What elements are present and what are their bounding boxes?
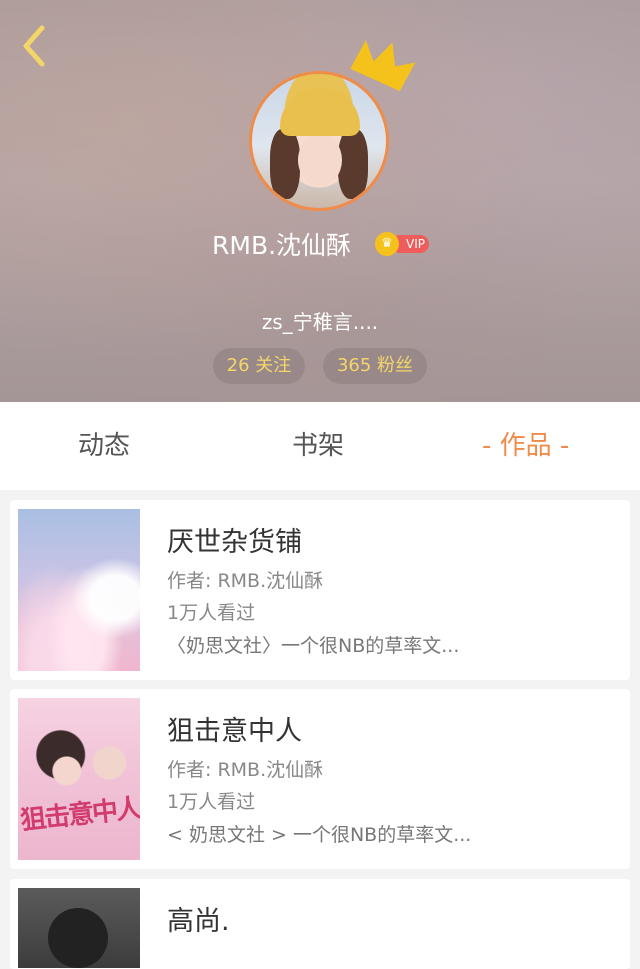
book-title: 狙击意中人	[167, 716, 302, 747]
tab-dynamic[interactable]: 动态	[78, 402, 130, 490]
username: RMB.沈仙酥	[212, 231, 352, 260]
book-views: 1万人看过	[167, 602, 256, 624]
book-author: 作者: RMB.沈仙酥	[167, 759, 324, 781]
fans-count-button[interactable]: 365 粉丝	[323, 348, 427, 384]
profile-header: RMB.沈仙酥 VIP ♛ zs_宁稚言.... 26 关注 365 粉丝	[0, 0, 640, 402]
cover-title-text: 狙击意中人	[19, 793, 140, 837]
tab-works[interactable]: - 作品 -	[482, 402, 569, 490]
tab-bar: 动态 书架 - 作品 -	[0, 402, 640, 490]
work-card[interactable]: 高尚.	[10, 879, 630, 969]
book-title: 厌世杂货铺	[167, 527, 302, 558]
book-description: 〈奶思文社〉一个很NB的草率文...	[167, 635, 460, 657]
book-views: 1万人看过	[167, 791, 256, 813]
book-cover-image: 狙击意中人	[18, 698, 140, 860]
user-signature: zs_宁稚言....	[261, 310, 379, 334]
book-description: < 奶思文社 > 一个很NB的草率文...	[167, 824, 472, 846]
back-arrow-icon	[23, 25, 45, 67]
book-title: 高尚.	[167, 906, 230, 937]
work-card[interactable]: 厌世杂货铺 作者: RMB.沈仙酥 1万人看过 〈奶思文社〉一个很NB的草率文.…	[10, 500, 630, 680]
vip-coin-icon: ♛	[375, 232, 399, 256]
tab-bookshelf[interactable]: 书架	[292, 402, 344, 490]
work-card[interactable]: 狙击意中人 狙击意中人 作者: RMB.沈仙酥 1万人看过 < 奶思文社 > 一…	[10, 689, 630, 869]
back-button[interactable]	[14, 22, 54, 70]
follow-count-button[interactable]: 26 关注	[213, 348, 305, 384]
book-cover-image	[18, 888, 140, 968]
vip-badge: VIP ♛	[375, 232, 429, 256]
book-cover-image	[18, 509, 140, 671]
crown-icon	[350, 40, 416, 92]
book-author: 作者: RMB.沈仙酥	[167, 570, 324, 592]
